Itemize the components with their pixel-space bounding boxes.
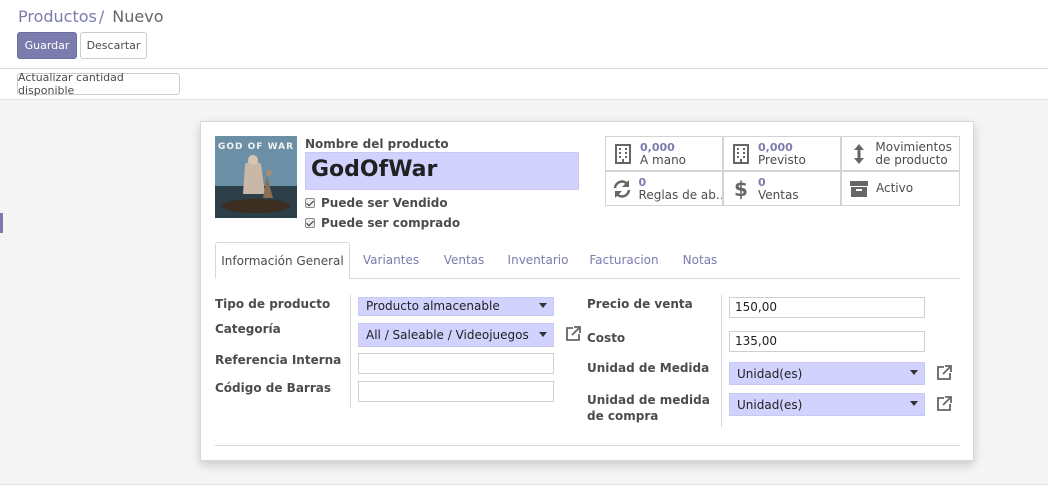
cost-input[interactable]: 135,00 <box>729 331 925 352</box>
purchase-uom-value: Unidad(es) <box>737 398 803 412</box>
tab-notes[interactable]: Notas <box>675 242 725 278</box>
external-link-icon[interactable] <box>935 395 953 413</box>
cost-label: Costo <box>587 331 626 345</box>
control-panel: Productos / Nuevo Guardar Descartar <box>0 0 1048 69</box>
sale-price-label: Precio de venta <box>587 297 693 311</box>
product-moves-label: Movimientos de producto <box>875 140 952 167</box>
breadcrumb-current: Nuevo <box>112 7 164 26</box>
on-hand-button[interactable]: 0,000 A mano <box>605 136 723 171</box>
product-type-select[interactable]: Producto almacenable <box>358 297 554 316</box>
breadcrumb: Productos / Nuevo <box>18 7 163 26</box>
can-be-purchased-row: Puede ser comprado <box>305 216 460 230</box>
product-type-label: Tipo de producto <box>215 297 331 311</box>
notebook-tabs: Información General Variantes Ventas Inv… <box>215 242 960 279</box>
barcode-label: Código de Barras <box>215 381 331 395</box>
form-sheet: GOD OF WAR Nombre del producto GodOfWar … <box>200 121 974 461</box>
external-link-icon[interactable] <box>935 364 953 382</box>
reorder-rules-button[interactable]: 0 Reglas de ab… <box>605 171 723 206</box>
dollar-icon: $ <box>734 176 748 201</box>
tab-variants[interactable]: Variantes <box>355 242 427 278</box>
smart-buttons: 0,000 A mano 0,000 Previsto Movimientos de… <box>605 136 960 208</box>
category-select[interactable]: All / Saleable / Videojuegos <box>358 323 554 347</box>
uom-value: Unidad(es) <box>737 367 803 381</box>
purchase-uom-label: Unidad de medida de compra <box>587 393 710 423</box>
can-be-purchased-checkbox[interactable] <box>305 218 315 228</box>
update-quantity-button[interactable]: Actualizar cantidad disponible <box>17 71 180 97</box>
chevron-down-icon <box>910 401 918 406</box>
barcode-input[interactable] <box>358 381 554 402</box>
chevron-down-icon <box>910 370 918 375</box>
form-bottom-divider <box>215 445 960 446</box>
tab-sales[interactable]: Ventas <box>433 242 495 278</box>
up-down-arrow-icon <box>848 143 869 165</box>
status-bar: Actualizar cantidad disponible <box>0 69 1048 100</box>
product-image[interactable]: GOD OF WAR <box>215 136 297 218</box>
uom-label: Unidad de Medida <box>587 361 710 375</box>
product-type-value: Producto almacenable <box>366 299 500 313</box>
active-toggle-button[interactable]: Activo <box>841 171 960 206</box>
product-name-input[interactable]: GodOfWar <box>305 152 579 190</box>
refresh-icon <box>612 179 633 199</box>
category-label: Categoría <box>215 322 281 336</box>
active-label: Activo <box>876 182 914 195</box>
internal-reference-input[interactable] <box>358 353 554 374</box>
product-moves-button[interactable]: Movimientos de producto <box>841 136 960 171</box>
on-hand-label: A mano <box>640 152 687 167</box>
reorder-rules-label: Reglas de ab… <box>638 187 722 202</box>
chevron-down-icon <box>539 332 547 337</box>
tab-inventory[interactable]: Inventario <box>501 242 575 278</box>
tab-invoicing[interactable]: Facturacion <box>585 242 663 278</box>
uom-select[interactable]: Unidad(es) <box>729 362 925 385</box>
sales-label: Ventas <box>758 187 799 202</box>
can-be-sold-checkbox[interactable] <box>305 198 315 208</box>
breadcrumb-parent-link[interactable]: Productos <box>18 7 97 26</box>
tab-general-information[interactable]: Información General <box>215 242 350 279</box>
column-separator <box>350 295 351 408</box>
building-icon <box>730 143 752 164</box>
purchase-uom-select[interactable]: Unidad(es) <box>729 393 925 416</box>
can-be-sold-row: Puede ser Vendido <box>305 196 448 210</box>
cover-title-text: GOD OF WAR <box>218 142 294 152</box>
category-value: All / Saleable / Videojuegos <box>366 328 529 342</box>
chevron-down-icon <box>539 303 547 308</box>
sales-button[interactable]: $ 0 Ventas <box>723 171 841 206</box>
can-be-purchased-label: Puede ser comprado <box>321 216 461 230</box>
can-be-sold-label: Puede ser Vendido <box>321 196 448 210</box>
external-link-icon[interactable] <box>564 325 582 343</box>
archive-icon <box>848 180 870 198</box>
save-button[interactable]: Guardar <box>17 32 77 59</box>
bottom-border <box>0 484 1048 495</box>
left-edge-marker <box>0 213 3 233</box>
sale-price-input[interactable]: 150,00 <box>729 297 925 318</box>
breadcrumb-separator: / <box>98 7 105 26</box>
forecast-label: Previsto <box>758 152 806 167</box>
discard-button[interactable]: Descartar <box>80 32 147 59</box>
internal-reference-label: Referencia Interna <box>215 353 342 367</box>
building-icon <box>612 143 634 164</box>
product-name-label: Nombre del producto <box>305 137 449 151</box>
column-separator <box>721 295 722 427</box>
forecast-button[interactable]: 0,000 Previsto <box>723 136 841 171</box>
